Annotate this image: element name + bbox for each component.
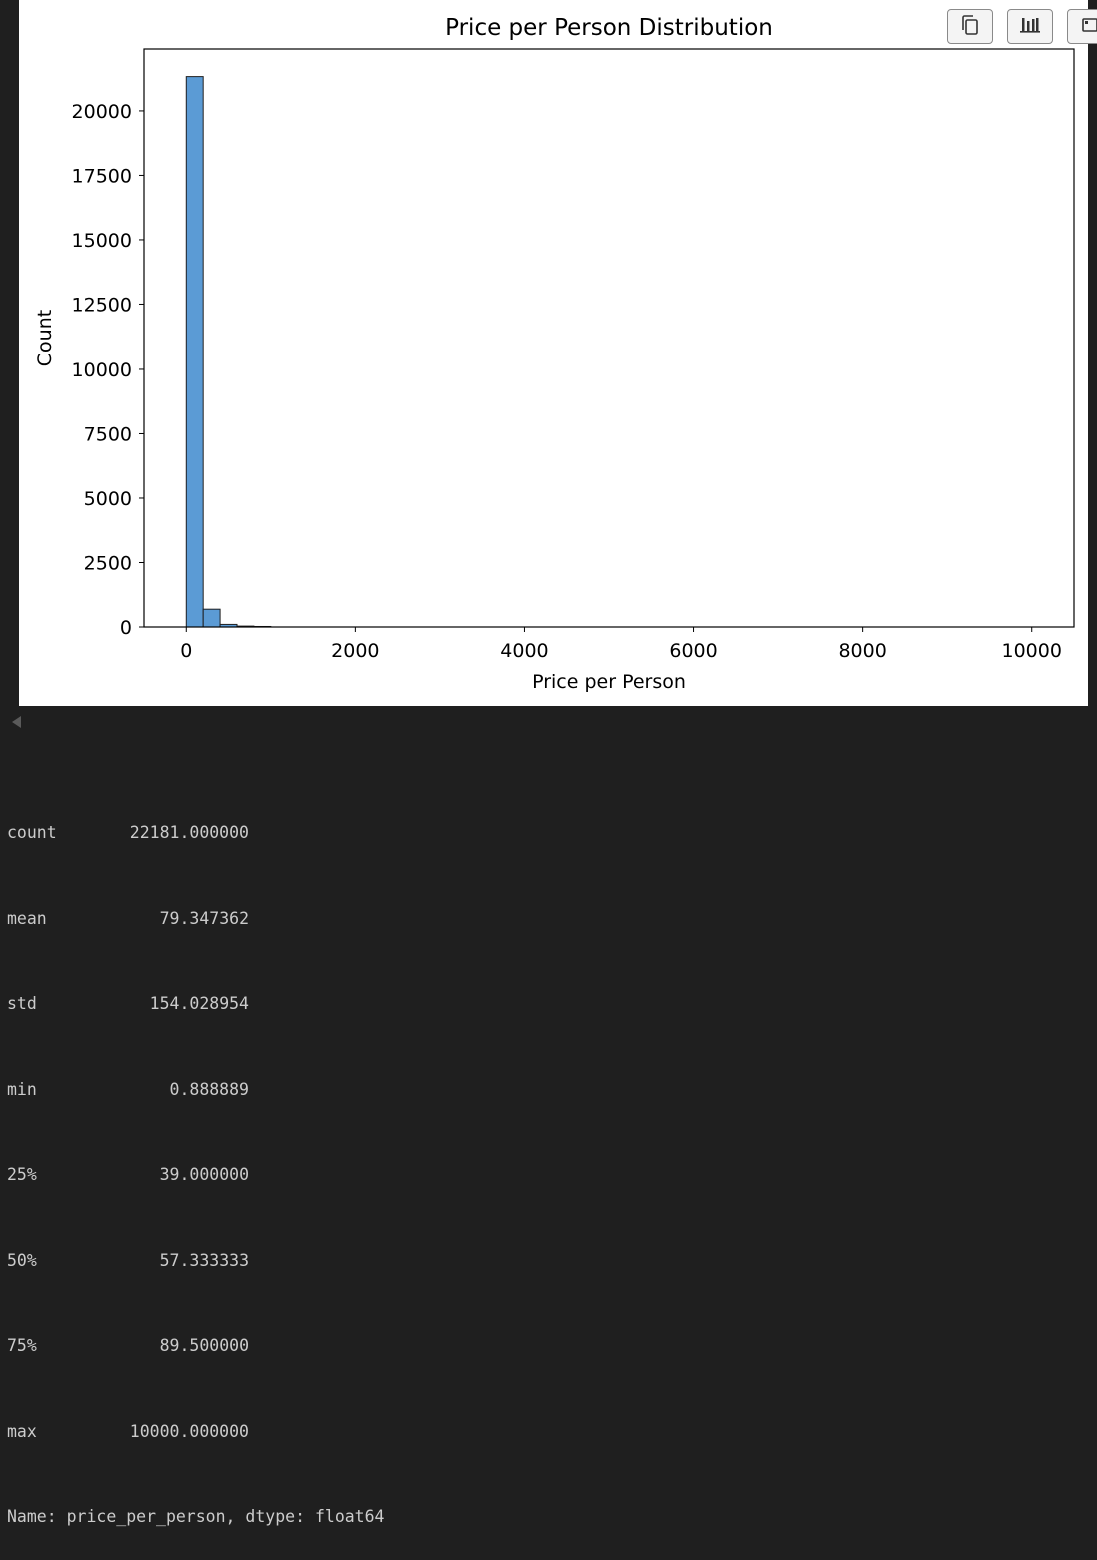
histogram-bar	[202, 608, 221, 628]
stat-row: 50% 57.333333	[7, 1247, 385, 1276]
x-axis-label: Price per Person	[532, 671, 686, 693]
histogram-bar	[185, 76, 204, 628]
stat-key: count	[7, 823, 57, 842]
copy-button[interactable]	[947, 9, 993, 44]
chart-view-button[interactable]	[1007, 9, 1053, 44]
stat-key: 75%	[7, 1336, 37, 1355]
histogram-chart: 0 2000 4000 6000 8000 10000 0 2500 5000 7500 10000…	[34, 15, 1075, 693]
y-tick-label: 20000	[72, 101, 132, 123]
x-tick-label: 6000	[669, 640, 717, 662]
stat-value: 0.888889	[169, 1079, 249, 1099]
stat-key: std	[7, 994, 37, 1013]
plot-frame	[143, 48, 1075, 628]
stat-key: 50%	[7, 1250, 37, 1270]
y-tick-label: 12500	[72, 294, 132, 316]
stat-value: 57.333333	[159, 1250, 249, 1270]
series-footer: Name: price_per_person, dtype: float64	[7, 1507, 385, 1526]
stat-value: 89.500000	[159, 1336, 249, 1355]
y-tick-label: 5000	[84, 488, 132, 510]
copy-icon	[960, 14, 980, 40]
collapse-arrow-icon[interactable]	[12, 716, 21, 728]
y-tick-label: 2500	[84, 552, 132, 574]
x-tick-label: 4000	[500, 640, 548, 662]
plot-output: 0 2000 4000 6000 8000 10000 0 2500 5000 7500 10000…	[19, 0, 1088, 706]
stat-value: 154.028954	[149, 994, 249, 1013]
stat-row: 25% 39.000000	[7, 1161, 385, 1190]
y-tick-label: 0	[120, 617, 132, 639]
x-tick-label: 10000	[1002, 640, 1062, 662]
expand-icon	[1080, 15, 1097, 39]
stat-row: mean 79.347362	[7, 905, 385, 934]
stat-value: 22181.000000	[129, 823, 249, 842]
x-tick-label: 8000	[838, 640, 886, 662]
stat-key: 25%	[7, 1165, 37, 1184]
chart-title: Price per Person Distribution	[445, 15, 773, 41]
stat-row: min 0.888889	[7, 1076, 385, 1105]
stat-key: mean	[7, 908, 47, 928]
y-tick-label: 15000	[72, 230, 132, 252]
y-tick-label: 10000	[72, 359, 132, 381]
y-tick-label: 17500	[72, 165, 132, 187]
stat-value: 39.000000	[159, 1165, 249, 1184]
bar-chart-icon	[1019, 15, 1041, 39]
x-tick-label: 2000	[331, 640, 379, 662]
stat-key: min	[7, 1079, 37, 1099]
expand-button[interactable]	[1067, 9, 1097, 44]
stat-value: 10000.000000	[129, 1421, 249, 1441]
stat-row: max 10000.000000	[7, 1418, 385, 1447]
stat-row: std 154.028954	[7, 990, 385, 1019]
x-tick-label: 0	[180, 640, 192, 662]
describe-output: count 22181.000000 mean 79.347362 std 154.0…	[7, 762, 385, 1560]
stat-value: 79.347362	[159, 908, 249, 928]
stat-key: max	[7, 1421, 37, 1441]
y-axis-label: Count	[34, 310, 56, 366]
stat-row: count 22181.000000	[7, 819, 385, 848]
stat-row: 75% 89.500000	[7, 1332, 385, 1361]
y-tick-label: 7500	[84, 423, 132, 445]
